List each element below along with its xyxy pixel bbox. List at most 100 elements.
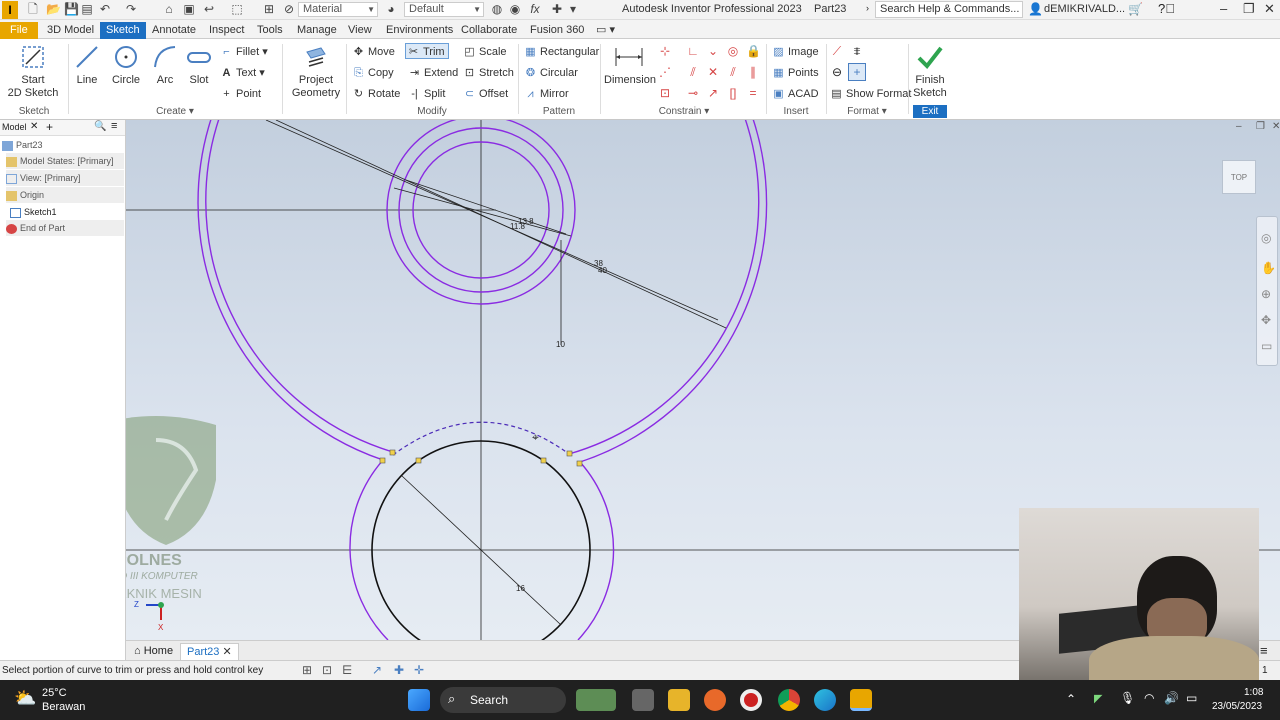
browser-tab-model[interactable]: Model [2,122,27,132]
snap-icon[interactable]: ⊡ [322,663,332,677]
tree-item-model-states[interactable]: Model States: [Primary] [6,153,124,169]
home-icon[interactable]: ⌂ [162,2,176,16]
tab-sketch[interactable]: Sketch [100,22,146,39]
tree-item-end-of-part[interactable]: End of Part [6,220,124,236]
nvidia-icon[interactable]: ◤ [1094,692,1102,705]
measure-icon[interactable]: ⊞ [262,2,276,16]
undo-icon[interactable]: ↶ [98,2,112,16]
task-view-icon[interactable] [632,689,654,711]
extend-button[interactable]: ⇥ Extend [408,65,458,81]
material-dropdown[interactable]: Material ▼ [298,2,378,17]
equal-icon[interactable]: ⊡ [658,86,672,100]
grid-icon[interactable]: ⊞ [302,663,312,677]
tab-fusion-360[interactable]: Fusion 360 [524,22,590,39]
close-browser-icon[interactable]: ✕ [30,121,38,132]
taskbar-search[interactable]: ⌕ Search [440,687,566,713]
canvas-close-icon[interactable]: ✕ [1272,121,1280,132]
center-point-icon[interactable]: ⊖ [830,65,844,79]
tab-view[interactable]: View [342,22,378,39]
fillet-button[interactable]: ⌐ Fillet ▾ [220,44,268,60]
move-button[interactable]: ✥ Move [352,44,395,60]
split-button[interactable]: -| Split [408,86,445,102]
mirror-button[interactable]: ⩘ Mirror [524,86,568,102]
tab-tools[interactable]: Tools [251,22,289,39]
fx-parameters-icon[interactable]: fx [528,2,542,16]
smooth-icon[interactable]: ✕ [706,65,720,79]
chevron-up-icon[interactable]: ⌃ [1066,692,1076,706]
project-geometry-button[interactable]: Project Geometry [288,44,344,100]
minimize-icon[interactable]: – [1220,1,1227,16]
tab-manage[interactable]: Manage [291,22,343,39]
stretch-button[interactable]: ⊡ Stretch [463,65,514,81]
zoom-icon[interactable]: ⊕ [1261,287,1271,301]
widget-icon[interactable] [576,689,616,711]
collinear-icon[interactable]: ⋰ [658,65,672,79]
microphone-icon[interactable]: 🎙 [1120,691,1135,705]
firefox-icon[interactable] [704,689,726,711]
menu-icon[interactable]: ≡ [111,120,117,132]
add-browser-icon[interactable]: + [46,120,53,134]
tree-item-origin[interactable]: Origin [6,187,124,203]
canvas-minimize-icon[interactable]: – [1236,121,1242,132]
restore-icon[interactable]: ❐ [1243,1,1255,17]
coincident-icon[interactable]: ⊹ [658,44,672,58]
canvas-restore-icon[interactable]: ❐ [1256,121,1265,132]
new-icon[interactable]: 🗋 [26,2,40,16]
windows-start-icon[interactable] [408,689,430,711]
scale-button[interactable]: ◰ Scale [463,44,506,60]
search-help-input[interactable]: Search Help & Commands... [875,1,1023,18]
tab-inspect[interactable]: Inspect [203,22,250,39]
relax-icon[interactable]: ✚ [394,663,404,677]
constraint-inference-icon[interactable]: ⋿ [342,663,352,677]
concentric-icon[interactable]: ◎ [726,44,740,58]
save-all-icon[interactable]: ▤ [80,2,94,16]
orbit-icon[interactable]: ✥ [1261,313,1271,327]
vertical-icon[interactable]: ∥ [746,65,760,79]
dimension-label[interactable]: 16 [516,584,525,593]
circular-pattern-button[interactable]: ❂ Circular [524,65,578,81]
pan-icon[interactable]: ✋ [1261,261,1276,275]
slot-button[interactable]: Slot [184,44,214,87]
battery-icon[interactable]: ▭ [1186,691,1197,705]
perpendicular-icon[interactable]: ∟ [686,44,700,58]
sym-bracket-icon[interactable]: [] [726,86,740,100]
close-icon[interactable]: ✕ [1264,1,1275,17]
inventor-taskbar-icon[interactable] [850,689,872,711]
text-button[interactable]: A Text ▾ [220,65,265,81]
temperature[interactable]: 25°C [42,687,67,699]
tab-3d-model[interactable]: 3D Model [41,22,100,39]
tree-item-part[interactable]: Part23 [2,137,43,153]
dimension-label[interactable]: 11.8 [510,222,525,231]
horizontal-icon[interactable]: ⫽ [726,65,740,79]
volume-icon[interactable]: 🔊 [1164,691,1179,705]
user-name[interactable]: dEMIKRIVALD... [1044,3,1125,15]
parallel-icon[interactable]: ⫽ [686,65,700,79]
look-at-icon[interactable]: ▭ [1261,339,1272,353]
clock-time[interactable]: 1:08 [1244,687,1263,698]
tangent-icon[interactable]: ⌄ [706,44,720,58]
tab-collaborate[interactable]: Collaborate [455,22,523,39]
select-icon[interactable]: ⬚ [230,2,244,16]
redo-icon[interactable]: ↷ [124,2,138,16]
copy-button[interactable]: ⎘ Copy [352,65,394,81]
dimension-label[interactable]: 40 [598,266,607,275]
open-icon[interactable]: 📂 [46,2,61,16]
tab-environments[interactable]: Environments [380,22,459,39]
points-button[interactable]: ▦ Points [772,65,818,81]
show-format-button[interactable]: ▤ Show Format [830,86,911,102]
chevron-right-icon[interactable]: › [866,3,869,13]
show-constraints-icon[interactable]: ✛ [414,663,424,677]
rotate-button[interactable]: ↻ Rotate [352,86,401,102]
add-icon[interactable]: ✚ [550,2,564,16]
constraint-icon[interactable]: ↗ [706,86,720,100]
record-icon[interactable] [740,689,762,711]
start-2d-sketch-button[interactable]: Start 2D Sketch [6,44,60,100]
inventor-logo-icon[interactable]: I [2,1,18,19]
tab-home[interactable]: ⌂ Home [128,643,179,660]
equal-sign-icon[interactable]: = [746,86,760,100]
finish-sketch-button[interactable]: Finish Sketch [910,44,950,100]
weather-status[interactable]: Berawan [42,701,85,713]
dimension-toggle-icon[interactable]: ↗ [372,663,382,677]
tab-file[interactable]: File [0,22,38,39]
weather-icon[interactable]: ⛅ [14,688,36,709]
